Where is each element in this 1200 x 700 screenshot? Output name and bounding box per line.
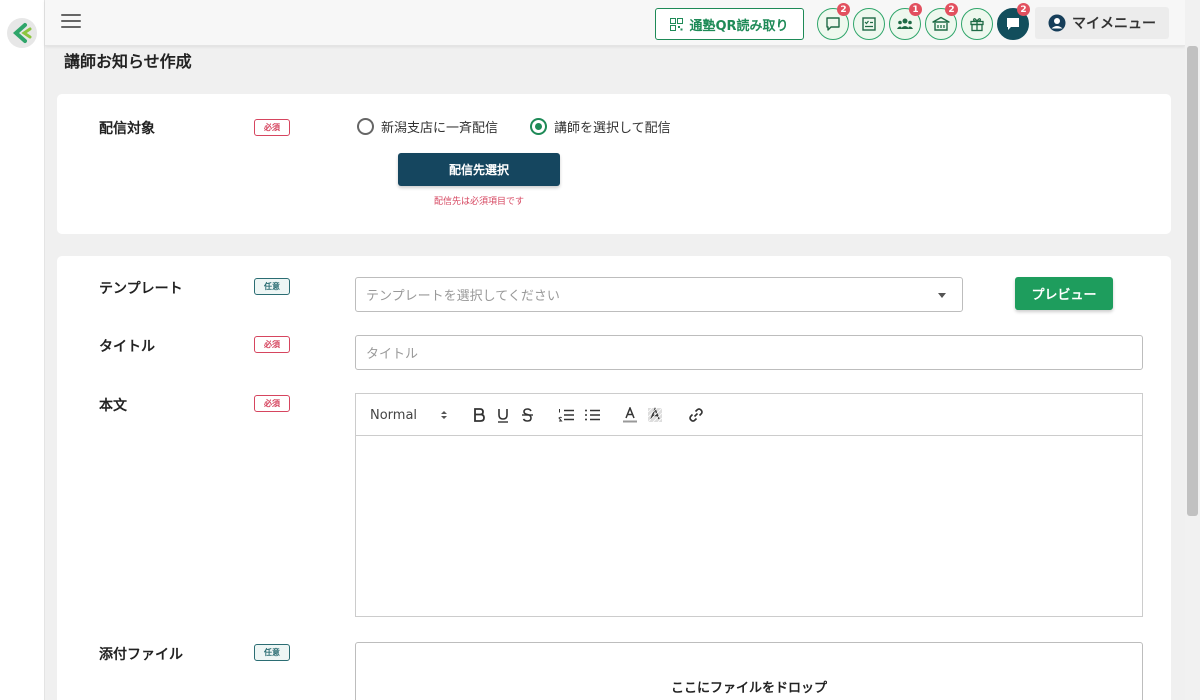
message-icon bbox=[1007, 18, 1019, 30]
my-menu-label: マイメニュー bbox=[1072, 16, 1156, 32]
chat-badge: 2 bbox=[837, 3, 850, 16]
file-dropzone[interactable]: ここにファイルをドロップ bbox=[355, 642, 1143, 700]
radio-circle[interactable] bbox=[357, 118, 374, 135]
sort-arrows-icon bbox=[441, 411, 447, 419]
select-recipients-button[interactable]: 配信先選択 bbox=[398, 153, 560, 186]
background-color-icon bbox=[647, 407, 663, 423]
radio-select-teachers-label: 講師を選択して配信 bbox=[554, 121, 671, 136]
group-icon bbox=[897, 18, 913, 29]
radio-circle-checked[interactable] bbox=[530, 118, 547, 135]
bullet-list-icon bbox=[584, 409, 600, 421]
radio-deliver-all-label: 新潟支店に一斉配信 bbox=[381, 121, 499, 136]
chevron-down-icon bbox=[938, 293, 946, 298]
ordered-list-icon bbox=[557, 409, 574, 422]
delivery-label: 配信対象 bbox=[99, 121, 155, 137]
required-badge: 必須 bbox=[254, 119, 290, 136]
hamburger-menu-icon[interactable] bbox=[61, 14, 81, 30]
template-select[interactable]: テンプレートを選択してください bbox=[355, 277, 963, 312]
strikethrough-icon bbox=[521, 408, 533, 422]
group-button[interactable]: 1 bbox=[889, 3, 922, 40]
title-placeholder: タイトル bbox=[366, 347, 419, 362]
message-badge: 2 bbox=[1017, 3, 1030, 16]
gift-icon bbox=[970, 18, 984, 32]
top-bar: 通塾QR読み取り 2 1 2 2 マイメニュー bbox=[45, 0, 1185, 46]
required-badge: 必須 bbox=[254, 395, 290, 412]
optional-badge: 任意 bbox=[254, 278, 290, 295]
school-button[interactable]: 2 bbox=[925, 3, 958, 40]
format-select-value: Normal bbox=[370, 407, 418, 423]
bullet-list-button[interactable] bbox=[582, 404, 602, 426]
app-logo[interactable] bbox=[7, 18, 37, 48]
optional-badge: 任意 bbox=[254, 644, 290, 661]
school-badge: 2 bbox=[945, 3, 958, 16]
logo-icon bbox=[12, 23, 32, 43]
radio-select-teachers[interactable]: 講師を選択して配信 bbox=[530, 117, 671, 136]
underline-button[interactable] bbox=[494, 404, 512, 426]
underline-icon bbox=[498, 408, 508, 423]
editor-toolbar: Normal bbox=[356, 394, 1142, 436]
recipients-error-text: 配信先は必須項目です bbox=[433, 197, 524, 207]
qr-scan-label: 通塾QR読み取り bbox=[689, 18, 789, 34]
checklist-button[interactable] bbox=[853, 8, 885, 40]
gift-button[interactable] bbox=[961, 8, 993, 40]
required-badge: 必須 bbox=[254, 336, 290, 353]
bold-icon bbox=[474, 408, 485, 422]
notice-form-card: テンプレート 任意 テンプレートを選択してください プレビュー タイトル 必須 … bbox=[57, 256, 1171, 700]
page-title: 講師お知らせ作成 bbox=[64, 52, 192, 71]
page-scrollbar[interactable] bbox=[1185, 0, 1200, 700]
chat-button[interactable]: 2 bbox=[817, 3, 850, 40]
title-label: タイトル bbox=[99, 339, 155, 355]
template-label: テンプレート bbox=[99, 281, 183, 297]
chat-icon bbox=[826, 17, 840, 31]
qr-icon bbox=[670, 17, 684, 31]
preview-button[interactable]: プレビュー bbox=[1015, 277, 1113, 310]
school-icon bbox=[932, 16, 950, 31]
title-input[interactable]: タイトル bbox=[355, 335, 1143, 370]
link-icon bbox=[689, 408, 703, 422]
radio-deliver-all[interactable]: 新潟支店に一斉配信 bbox=[357, 117, 498, 136]
left-rail bbox=[0, 0, 45, 700]
editor-body[interactable] bbox=[356, 436, 1142, 616]
my-menu-button[interactable]: マイメニュー bbox=[1035, 7, 1169, 39]
account-icon bbox=[1048, 14, 1066, 32]
strikethrough-button[interactable] bbox=[518, 404, 536, 426]
dropzone-text: ここにファイルをドロップ bbox=[670, 681, 827, 696]
background-color-button[interactable] bbox=[646, 404, 664, 426]
format-select[interactable]: Normal bbox=[370, 404, 448, 426]
message-button[interactable]: 2 bbox=[997, 3, 1030, 40]
checklist-icon bbox=[862, 17, 876, 31]
bold-button[interactable] bbox=[470, 404, 488, 426]
qr-scan-button[interactable]: 通塾QR読み取り bbox=[655, 8, 804, 40]
group-badge: 1 bbox=[909, 3, 922, 16]
attachment-label: 添付ファイル bbox=[99, 647, 183, 663]
rich-text-editor: Normal bbox=[355, 393, 1143, 617]
delivery-card: 配信対象 必須 新潟支店に一斉配信 講師を選択して配信 配信先選択 配信先は必須… bbox=[57, 94, 1171, 234]
scrollbar-thumb[interactable] bbox=[1187, 46, 1198, 516]
ordered-list-button[interactable] bbox=[556, 404, 576, 426]
template-placeholder: テンプレートを選択してください bbox=[366, 289, 560, 304]
text-color-icon bbox=[623, 407, 637, 423]
link-button[interactable] bbox=[686, 404, 706, 426]
body-label: 本文 bbox=[99, 398, 127, 414]
text-color-button[interactable] bbox=[621, 404, 639, 426]
